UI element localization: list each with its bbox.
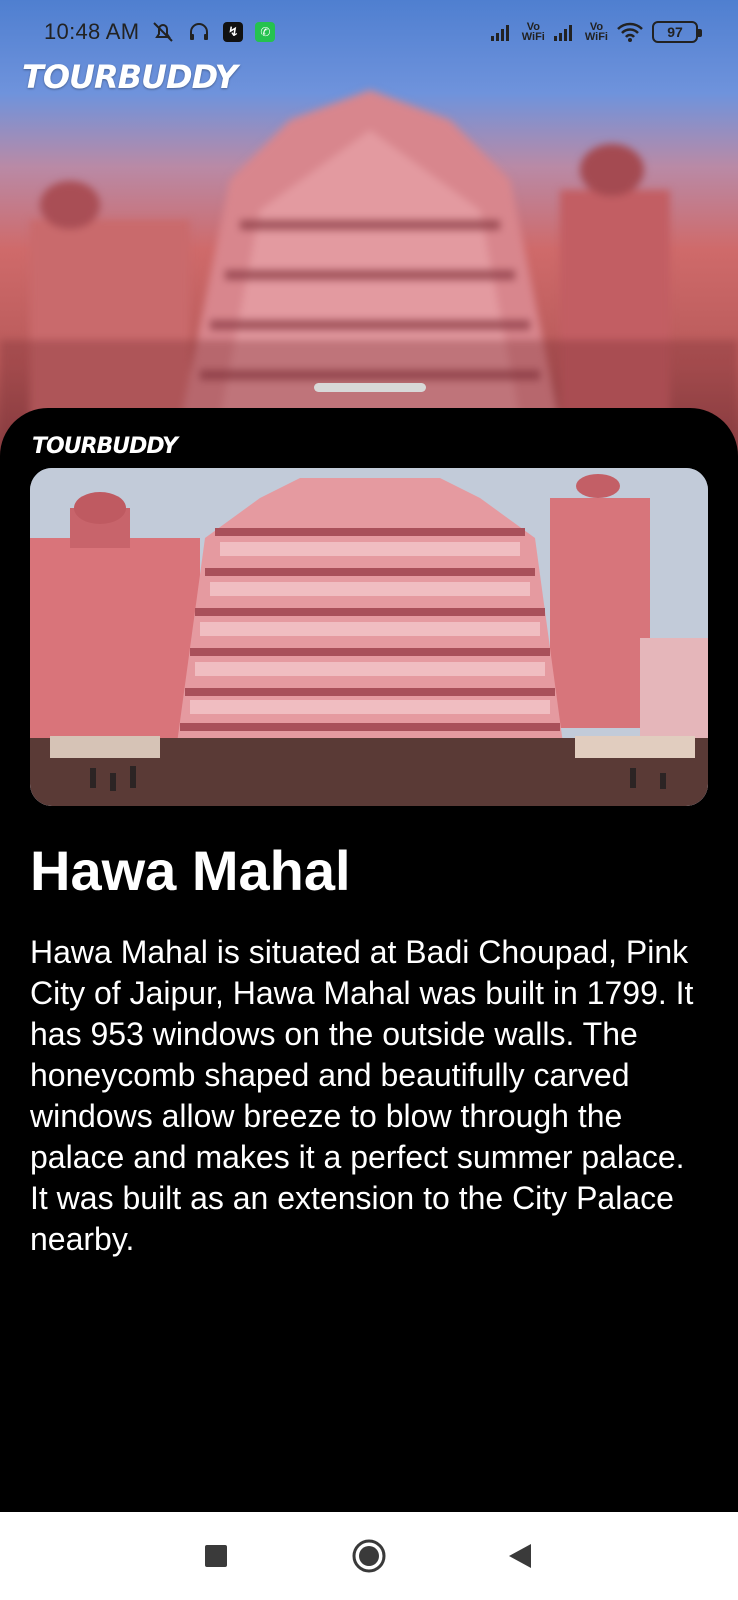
whatsapp-icon: ✆ [255,22,276,42]
status-right: Vo WiFi Vo WiFi 97 [490,21,702,43]
sheet-drag-handle[interactable] [314,383,426,392]
headphones-icon [187,20,211,44]
place-detail-sheet: TOURBUDDY Hawa Mahal Hawa Mahal is situa… [0,408,738,1512]
recents-icon [205,1545,227,1567]
place-image [30,468,708,806]
wifi-icon [616,21,644,43]
screen: 10:48 AM ↯ ✆ Vo WiFi Vo WiFi 97 TOURBUDD… [0,0,738,1600]
signal-icon [553,23,577,41]
sheet-logo: TOURBUDDY [32,434,178,459]
app-notification-icon: ↯ [223,22,244,42]
status-bar: 10:48 AM ↯ ✆ Vo WiFi Vo WiFi 97 [0,0,738,64]
vowifi-label-1: Vo WiFi [521,21,545,43]
signal-icon [490,23,514,41]
app-logo: TOURBUDDY [22,58,238,96]
battery-icon: 97 [652,21,702,43]
home-button[interactable] [345,1532,393,1580]
status-left: 10:48 AM ↯ ✆ [44,19,276,45]
status-time: 10:48 AM [44,19,140,44]
home-icon [352,1539,386,1573]
vowifi-label-2: Vo WiFi [584,21,608,43]
place-title: Hawa Mahal [30,839,351,902]
back-icon [509,1544,531,1568]
navigation-bar [0,1512,738,1600]
mute-icon [151,20,175,44]
place-description: Hawa Mahal is situated at Badi Choupad, … [30,934,694,1257]
back-button[interactable] [496,1532,544,1580]
recents-button[interactable] [192,1532,240,1580]
